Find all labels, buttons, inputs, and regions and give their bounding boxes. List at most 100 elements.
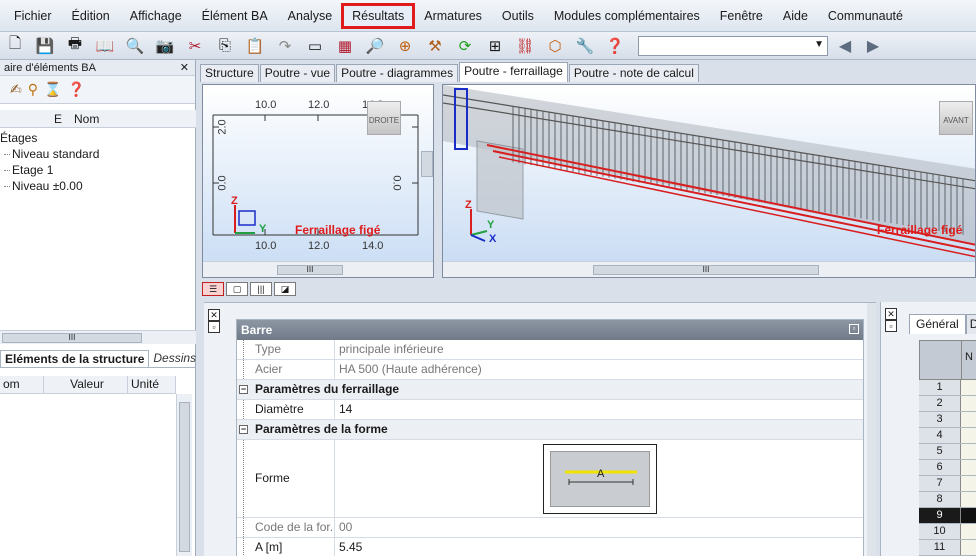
recalc-icon[interactable]: ⟳ (452, 34, 478, 58)
tree-item-niveau-0[interactable]: Niveau ±0.00 (0, 178, 196, 194)
tree-item-etage-1[interactable]: Etage 1 (0, 162, 196, 178)
menu-item-10[interactable]: Aide (773, 4, 818, 28)
mode-rounded-rect-icon[interactable]: ▢ (226, 282, 248, 296)
open-book-icon[interactable]: 📖 (92, 34, 118, 58)
menu-item-5[interactable]: Résultats (341, 2, 416, 29)
scroll-thumb[interactable]: III (593, 265, 819, 275)
paste-icon[interactable]: 📋 (242, 34, 268, 58)
menu-item-2[interactable]: Affichage (120, 4, 192, 28)
print-preview-icon[interactable]: 🔍 (122, 34, 148, 58)
rectangle-tool-icon[interactable]: ▭ (302, 34, 328, 58)
doc-tab-1[interactable]: Poutre - vue (259, 64, 336, 82)
help-icon[interactable]: ❓ (67, 81, 84, 98)
table-row[interactable]: 11 (919, 540, 976, 556)
nav-next-button[interactable]: ▶ (862, 35, 884, 57)
menu-item-6[interactable]: Armatures (414, 4, 492, 28)
section-parametres-ferraillage[interactable]: − Paramètres du ferraillage (237, 380, 863, 400)
section-parametres-forme[interactable]: − Paramètres de la forme (237, 420, 863, 440)
collapse-icon[interactable]: ▫ (849, 324, 859, 334)
pin-icon[interactable]: ▫ (885, 320, 897, 332)
nav-prev-button[interactable]: ◀ (834, 35, 856, 57)
pin-icon[interactable]: ✕ (885, 308, 897, 320)
column-n[interactable]: N (962, 341, 976, 379)
hourglass-icon[interactable]: ⌛ (44, 81, 61, 98)
table-row[interactable]: 3 (919, 412, 976, 428)
menu-item-0[interactable]: Fichier (4, 4, 62, 28)
column-nom[interactable]: om (0, 376, 44, 393)
property-row-forme[interactable]: Forme A (237, 440, 863, 518)
view-cube[interactable]: DROITE (367, 101, 401, 135)
collapse-icon[interactable]: − (239, 425, 248, 434)
properties-vertical-scrollbar[interactable] (176, 394, 192, 556)
property-value[interactable]: 5.45 (335, 538, 863, 556)
collapse-icon[interactable]: − (239, 385, 248, 394)
scroll-thumb[interactable]: III (2, 333, 142, 343)
menu-item-8[interactable]: Modules complémentaires (544, 4, 710, 28)
target-icon[interactable]: ⊕ (392, 34, 418, 58)
3d-horizontal-scrollbar[interactable]: III (443, 261, 975, 277)
table-row[interactable]: 7 (919, 476, 976, 492)
menu-item-7[interactable]: Outils (492, 4, 544, 28)
doc-tab-3[interactable]: Poutre - ferraillage (459, 62, 568, 82)
doc-tab-2[interactable]: Poutre - diagrammes (336, 64, 459, 82)
pin-icon[interactable]: ✕ (208, 309, 220, 321)
help-icon[interactable]: ❓ (602, 34, 628, 58)
pin-icon[interactable]: ▫ (208, 321, 220, 333)
menu-item-1[interactable]: Édition (62, 4, 120, 28)
vertical-scroll-thumb[interactable] (421, 151, 433, 177)
cube-icon[interactable]: ⬡ (542, 34, 568, 58)
new-file-icon[interactable]: 🗋 (2, 34, 28, 58)
copy-icon[interactable]: ⎘ (212, 34, 238, 58)
filter-icon[interactable]: ⚲ (28, 81, 38, 98)
reinforcement-icon[interactable]: ⚒ (422, 34, 448, 58)
menu-item-9[interactable]: Fenêtre (710, 4, 773, 28)
property-row-diametre[interactable]: Diamètre 14 (237, 400, 863, 420)
cut-icon[interactable]: ✂ (182, 34, 208, 58)
property-value[interactable]: 14 (335, 400, 863, 419)
property-row-acier[interactable]: Acier HA 500 (Haute adhérence) (237, 360, 863, 380)
mode-bars-icon[interactable]: ☰ (202, 282, 224, 296)
doc-tab-4[interactable]: Poutre - note de calcul (568, 64, 699, 82)
table-row[interactable]: 2 (919, 396, 976, 412)
table-row[interactable]: 5 (919, 444, 976, 460)
column-nom[interactable]: Nom (74, 112, 99, 126)
reinforcement-3d-viewport[interactable]: AVANT Ferraillage figé Z Y X III (442, 84, 976, 278)
tab-details[interactable]: Dé (965, 314, 976, 334)
table-row[interactable]: 1 (919, 380, 976, 396)
table-row[interactable]: 8 (919, 492, 976, 508)
edit-icon[interactable]: ✍ (10, 81, 22, 98)
table-row[interactable]: 9 (919, 508, 976, 524)
table-row[interactable]: 6 (919, 460, 976, 476)
redo-icon[interactable]: ↷ (272, 34, 298, 58)
column-valeur[interactable]: Valeur (44, 376, 128, 393)
section-horizontal-scrollbar[interactable]: III (203, 261, 433, 277)
tab-elements-structure[interactable]: Eléments de la structure (0, 350, 150, 367)
save-icon[interactable]: 💾 (32, 34, 58, 58)
column-unite[interactable]: Unité (128, 376, 176, 393)
doc-tab-0[interactable]: Structure (200, 64, 259, 82)
mode-stirrups-icon[interactable]: ||| (250, 282, 272, 296)
table-row[interactable]: 4 (919, 428, 976, 444)
menu-item-4[interactable]: Analyse (278, 4, 342, 28)
menu-item-11[interactable]: Communauté (818, 4, 913, 28)
menu-item-3[interactable]: Élément BA (192, 4, 278, 28)
tree-horizontal-scrollbar[interactable]: III (0, 330, 196, 344)
column-e[interactable]: E (54, 112, 62, 126)
section-viewport[interactable]: 10.0 12.0 14.0 10.0 12.0 14.0 2.0 0.0 0.… (202, 84, 434, 278)
view-cube[interactable]: AVANT (939, 101, 973, 135)
tab-general[interactable]: Général (909, 314, 966, 334)
scroll-thumb[interactable] (179, 402, 190, 552)
calculator-icon[interactable]: ▦ (332, 34, 358, 58)
property-row-code-forme[interactable]: Code de la for... 00 (237, 518, 863, 538)
grid-view-icon[interactable]: ⊞ (482, 34, 508, 58)
wrench-icon[interactable]: 🔧 (572, 34, 598, 58)
toolbar-combo[interactable]: ▼ (638, 35, 828, 56)
tree-item-etages[interactable]: Étages (0, 130, 196, 146)
table-row[interactable]: 10 (919, 524, 976, 540)
properties-vertical-scrollbar[interactable] (867, 303, 876, 556)
scroll-thumb[interactable]: III (277, 265, 343, 275)
tab-dessins[interactable]: Dessins (149, 350, 200, 367)
tree-item-niveau-standard[interactable]: Niveau standard (0, 146, 196, 162)
zoom-icon[interactable]: 🔎 (362, 34, 388, 58)
print-icon[interactable]: 🖶 (62, 34, 88, 58)
